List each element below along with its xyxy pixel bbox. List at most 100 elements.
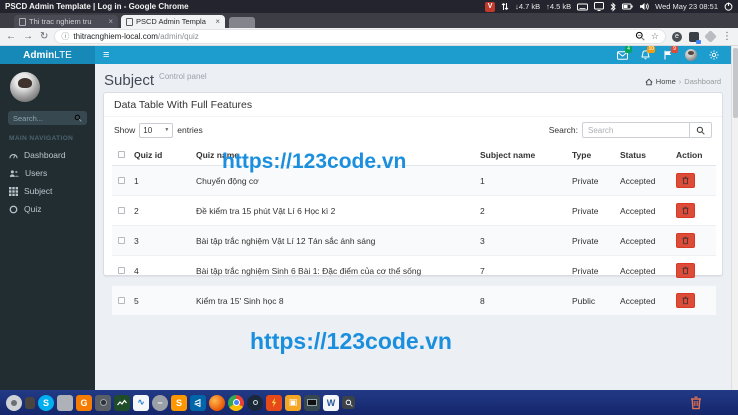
power-menu-icon[interactable] <box>724 2 733 12</box>
bookmark-star-icon[interactable]: ☆ <box>651 32 659 41</box>
show-label: Show <box>114 125 136 135</box>
delete-button[interactable] <box>676 233 695 248</box>
col-subject-name: Subject name <box>474 145 566 166</box>
tasks-flag-icon[interactable]: 9 <box>662 46 678 61</box>
word-icon[interactable]: W <box>323 394 339 411</box>
sidebar-item-subject[interactable]: Subject <box>0 182 95 200</box>
extension-icon-1[interactable]: e <box>672 31 682 42</box>
tab-thi-trac-nghiem[interactable]: Thi trac nghiem tru × <box>14 15 118 28</box>
col-status: Status <box>614 145 670 166</box>
breadcrumb-home[interactable]: Home <box>656 77 676 86</box>
col-type: Type <box>566 145 614 166</box>
table-row: 2 Đề kiểm tra 15 phút Vật Lí 6 Học kì 2 … <box>112 195 716 226</box>
watermark-123code: https://123code.vn <box>250 328 452 354</box>
wave-app-icon[interactable]: ∿ <box>133 394 149 411</box>
zoom-icon[interactable] <box>635 28 645 46</box>
sidebar-item-users[interactable]: Users <box>0 164 95 182</box>
cell-quiz-id: 3 <box>128 225 190 256</box>
scrollbar-thumb[interactable] <box>733 48 738 118</box>
clock[interactable]: Wed May 23 08:51 <box>655 2 718 11</box>
do-not-disturb-icon[interactable]: − <box>152 394 168 411</box>
row-checkbox[interactable] <box>118 206 125 214</box>
cell-type: Private <box>566 165 614 196</box>
extension-icon-2[interactable] <box>689 31 701 44</box>
sidebar-item-quiz[interactable]: Quiz <box>0 200 95 218</box>
row-checkbox[interactable] <box>118 296 125 304</box>
chrome-toolbar: ← → ↻ ⓘ thitracnghiem-local.com/admin/qu… <box>0 28 738 46</box>
adminlte-logo[interactable]: Admin LTE <box>0 46 95 64</box>
tab-label: Thi trac nghiem tru <box>29 17 92 26</box>
trash-icon <box>682 176 689 185</box>
vnc-tray-icon[interactable]: V <box>485 1 496 12</box>
users-icon <box>9 169 19 177</box>
keyboard-tray-icon[interactable] <box>577 2 589 12</box>
sidebar-search-input[interactable] <box>13 113 74 123</box>
network-arrows-icon[interactable] <box>501 2 509 12</box>
bluetooth-tray-icon[interactable] <box>610 1 616 12</box>
search-tool-icon[interactable] <box>342 396 355 409</box>
chevron-down-icon: ▼ <box>164 127 170 133</box>
table-search-button[interactable] <box>690 122 712 138</box>
table-row: 3 Bài tập trắc nghiệm Vật Lí 12 Tán sắc … <box>112 225 716 256</box>
app-g-icon[interactable]: G <box>76 394 92 411</box>
chrome-icon[interactable] <box>228 394 244 411</box>
table-search-input[interactable] <box>582 122 690 138</box>
tab-close-icon[interactable]: × <box>215 17 220 26</box>
extension-icon-3[interactable] <box>704 30 717 43</box>
entries-value: 10 <box>143 125 153 135</box>
entries-select[interactable]: 10 ▼ <box>139 122 174 138</box>
tray-app-icon[interactable] <box>25 396 35 409</box>
cell-quiz-id: 4 <box>128 255 190 286</box>
col-action: Action <box>670 145 716 166</box>
settings-gear-icon[interactable] <box>708 49 720 61</box>
steam-icon[interactable] <box>247 394 263 411</box>
box-title: Data Table With Full Features <box>114 98 253 111</box>
volume-tray-icon[interactable] <box>639 2 649 12</box>
forward-icon[interactable]: → <box>23 31 33 42</box>
row-checkbox[interactable] <box>118 176 125 184</box>
system-monitor-icon[interactable] <box>114 394 130 411</box>
back-icon[interactable]: ← <box>6 31 16 42</box>
address-bar[interactable]: ⓘ thitracnghiem-local.com/admin/quiz ☆ <box>55 30 665 43</box>
site-info-icon[interactable]: ⓘ <box>61 31 69 42</box>
screenshot-camera-icon[interactable] <box>95 394 111 411</box>
messages-icon[interactable]: 4 <box>616 46 632 61</box>
sidebar-item-dashboard[interactable]: Dashboard <box>0 146 95 164</box>
virtualbox-icon[interactable]: ▣ <box>285 394 301 411</box>
sidebar-toggle-icon[interactable]: ≡ <box>103 49 109 61</box>
cell-subject-name: 8 <box>474 285 566 315</box>
sidebar-user-avatar[interactable] <box>10 72 40 102</box>
delete-button[interactable] <box>676 263 695 278</box>
select-all-checkbox[interactable] <box>118 151 125 158</box>
terminal-icon[interactable] <box>304 394 320 411</box>
chrome-menu-icon[interactable]: ⋮ <box>722 31 732 42</box>
delete-button[interactable] <box>676 203 695 218</box>
sidebar-search[interactable] <box>8 111 87 125</box>
tab-pscd-admin[interactable]: PSCD Admin Templa × <box>121 15 225 28</box>
page-scrollbar[interactable] <box>731 46 738 390</box>
skype-icon[interactable]: S <box>38 394 54 411</box>
tab-close-icon[interactable]: × <box>108 17 113 26</box>
trash-icon[interactable] <box>688 395 704 411</box>
new-tab-button[interactable] <box>229 17 255 28</box>
delete-button[interactable] <box>676 293 695 308</box>
display-tray-icon[interactable] <box>594 2 605 12</box>
app-bolt-icon[interactable] <box>266 394 282 411</box>
sidebar-item-label: Subject <box>24 186 53 196</box>
show-apps-icon[interactable] <box>6 394 22 411</box>
battery-tray-icon[interactable] <box>622 2 633 12</box>
cell-quiz-name: Bài tập trắc nghiệm Vật Lí 12 Tán sắc án… <box>190 225 474 256</box>
brand-bold: Admin <box>23 49 55 61</box>
reload-icon[interactable]: ↻ <box>40 31 48 42</box>
app-s-icon[interactable]: S <box>171 394 187 411</box>
tasks-badge: 9 <box>671 46 678 53</box>
vscode-icon[interactable] <box>190 394 206 411</box>
navbar-user-avatar[interactable] <box>685 49 697 61</box>
files-icon[interactable] <box>57 394 73 411</box>
row-checkbox[interactable] <box>118 236 125 244</box>
notifications-bell-icon[interactable]: 10 <box>639 46 655 61</box>
os-top-panel: PSCD Admin Template | Log in - Google Ch… <box>0 0 738 13</box>
firefox-icon[interactable] <box>209 394 225 411</box>
delete-button[interactable] <box>676 173 695 188</box>
row-checkbox[interactable] <box>118 266 125 274</box>
